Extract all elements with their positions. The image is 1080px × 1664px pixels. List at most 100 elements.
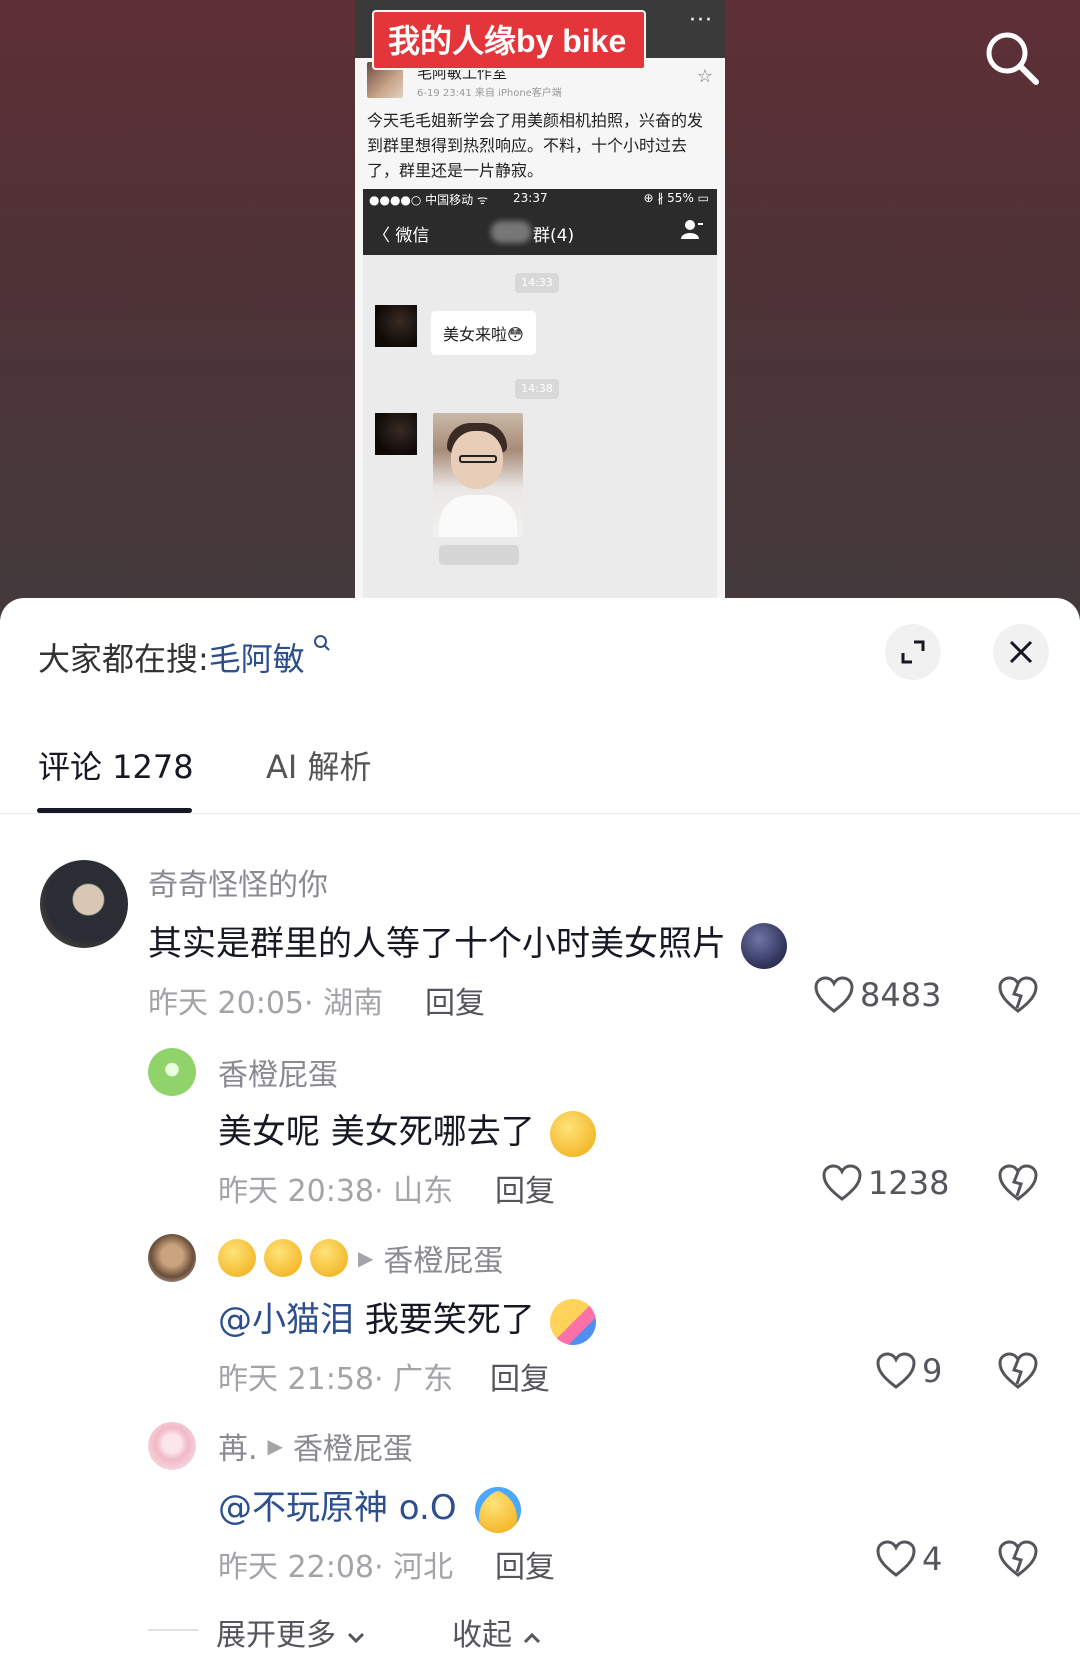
reply-arrow-icon: ▶ xyxy=(358,1246,374,1270)
wechat-group-title: 群(4) xyxy=(533,226,575,246)
comment-text-body: 美女呢 美女死哪去了 xyxy=(218,1112,535,1152)
heart-icon xyxy=(822,1164,862,1201)
chat-photo xyxy=(433,413,523,537)
wechat-nav-bar: 〈 微信 群(4) xyxy=(363,209,717,255)
comment-location: 河北 xyxy=(393,1550,454,1585)
reply-to-username[interactable]: 香橙屁蛋 xyxy=(293,1424,413,1468)
comment-time: 昨天 20:38 xyxy=(218,1174,374,1209)
like-button[interactable]: 4 xyxy=(876,1540,942,1578)
heart-icon xyxy=(876,1540,916,1577)
like-button[interactable]: 1238 xyxy=(822,1164,949,1202)
trending-search-prefix: 大家都在搜: xyxy=(38,640,209,678)
comment-time: 昨天 22:08 xyxy=(218,1550,374,1585)
comment-text: @不玩原神 o.O xyxy=(218,1480,522,1533)
chat-avatar xyxy=(375,413,417,455)
comment-text: 其实是群里的人等了十个小时美女照片 xyxy=(148,916,787,969)
tab-active-indicator xyxy=(37,808,192,813)
neutral-face-emoji-icon xyxy=(310,1239,348,1277)
like-button[interactable]: 9 xyxy=(876,1352,942,1390)
status-time: 23:37 xyxy=(513,191,548,205)
more-dots-icon: ··· xyxy=(689,8,713,33)
broken-heart-icon xyxy=(998,1352,1038,1389)
expand-icon[interactable] xyxy=(885,624,941,680)
video-player[interactable]: ··· 毛阿敏工作室 6-19 23:41 来自 iPhone客户端 ☆ 今天毛… xyxy=(0,0,1080,620)
avatar[interactable] xyxy=(148,1234,196,1282)
dislike-button[interactable] xyxy=(998,976,1038,1018)
avatar[interactable] xyxy=(148,1422,196,1470)
comment-username-row: 苒. ▶ 香橙屁蛋 xyxy=(218,1424,413,1468)
comment-text: @小猫泪 我要笑死了 xyxy=(218,1292,596,1345)
neutral-face-emoji-icon xyxy=(264,1239,302,1277)
battery-text: ⊕ ∦ 55% ▭ xyxy=(643,191,709,205)
video-frame: ··· 毛阿敏工作室 6-19 23:41 来自 iPhone客户端 ☆ 今天毛… xyxy=(355,0,725,598)
reply-to-username[interactable]: 香橙屁蛋 xyxy=(383,1236,503,1280)
comment-time: 昨天 21:58 xyxy=(218,1362,374,1397)
comment-text: 美女呢 美女死哪去了 xyxy=(218,1104,596,1157)
heart-icon xyxy=(814,976,854,1013)
weibo-post-meta: 6-19 23:41 来自 iPhone客户端 xyxy=(417,88,562,99)
dislike-button[interactable] xyxy=(998,1540,1038,1582)
comment-text-body: 其实是群里的人等了十个小时美女照片 xyxy=(148,924,726,964)
chat-message-bubble: 美女来啦😳 xyxy=(431,311,536,355)
comment-meta: 昨天 22:08· 河北 xyxy=(218,1550,454,1585)
reply-button[interactable]: 回复 xyxy=(495,1166,555,1210)
blurred-group-name xyxy=(491,221,531,243)
replies-divider xyxy=(148,1629,198,1631)
video-title-badge: 我的人缘by bike xyxy=(372,10,647,70)
broken-heart-icon xyxy=(998,1540,1038,1577)
like-count: 1238 xyxy=(868,1164,950,1202)
search-small-icon xyxy=(307,635,331,657)
neutral-face-emoji-icon xyxy=(218,1239,256,1277)
wechat-status-bar: ●●●●○ 中国移动 ᯤ 23:37 ⊕ ∦ 55% ▭ xyxy=(363,189,717,209)
group-members-icon xyxy=(681,219,703,244)
like-button[interactable]: 8483 xyxy=(814,976,941,1014)
search-icon[interactable] xyxy=(980,26,1044,90)
avatar[interactable] xyxy=(148,1048,196,1096)
weibo-post-text: 今天毛毛姐新学会了用美颜相机拍照，兴奋的发到群里想得到热烈响应。不料，十个小时过… xyxy=(367,111,704,180)
chat-timestamp: 14:33 xyxy=(515,273,559,293)
comment-location: 山东 xyxy=(393,1174,454,1209)
chevron-up-icon xyxy=(523,1632,540,1644)
avatar[interactable] xyxy=(40,860,128,948)
reply-button[interactable]: 回复 xyxy=(495,1542,555,1586)
comment-text-body: 我要笑死了 xyxy=(354,1300,535,1340)
expand-more-button[interactable]: 展开更多 xyxy=(216,1610,366,1654)
mention-link[interactable]: @小猫泪 xyxy=(218,1300,354,1340)
chat-timestamp: 14:38 xyxy=(515,379,559,399)
comment-meta: 昨天 20:05· 湖南 xyxy=(148,986,384,1021)
dislike-button[interactable] xyxy=(998,1352,1038,1394)
dislike-button[interactable] xyxy=(998,1164,1038,1206)
worried-face-emoji-icon xyxy=(549,1110,596,1157)
reply-button[interactable]: 回复 xyxy=(490,1354,550,1398)
tab-comments[interactable]: 评论 1278 xyxy=(38,742,194,788)
tab-ai-analysis[interactable]: AI 解析 xyxy=(266,742,372,788)
comment-username[interactable]: 奇奇怪怪的你 xyxy=(148,860,328,904)
photo-watermark xyxy=(439,545,519,565)
expand-more-label: 展开更多 xyxy=(216,1618,336,1653)
collapse-label: 收起 xyxy=(452,1618,512,1653)
comment-location: 湖南 xyxy=(323,986,384,1021)
mention-link[interactable]: @不玩原神 o.O xyxy=(218,1488,457,1528)
reply-button[interactable]: 回复 xyxy=(425,978,485,1022)
comment-meta: 昨天 21:58· 广东 xyxy=(218,1362,454,1397)
comment-tabs: 评论 1278 AI 解析 xyxy=(0,718,1080,814)
comment-sheet: 大家都在搜:毛阿敏 评论 1278 AI 解析 奇奇怪怪的你 其实是群里的人等了… xyxy=(0,598,1080,1664)
crying-face-emoji-icon xyxy=(475,1486,522,1533)
close-icon[interactable] xyxy=(993,624,1049,680)
dark-moon-emoji-icon xyxy=(740,922,787,969)
heart-icon xyxy=(876,1352,916,1389)
comment-location: 广东 xyxy=(393,1362,454,1397)
trending-search[interactable]: 大家都在搜:毛阿敏 xyxy=(38,634,331,680)
star-icon: ☆ xyxy=(696,66,713,87)
chevron-down-icon xyxy=(347,1632,364,1644)
like-count: 8483 xyxy=(860,976,942,1014)
trending-search-keyword[interactable]: 毛阿敏 xyxy=(209,640,305,678)
comment-username[interactable]: 香橙屁蛋 xyxy=(218,1050,338,1094)
like-count: 9 xyxy=(922,1352,943,1390)
comment-meta: 昨天 20:38· 山东 xyxy=(218,1174,454,1209)
comment-time: 昨天 20:05 xyxy=(148,986,304,1021)
comment-username[interactable]: 苒. xyxy=(218,1424,258,1468)
reply-arrow-icon: ▶ xyxy=(267,1434,283,1458)
collapse-button[interactable]: 收起 xyxy=(452,1610,542,1654)
comment-username-row: ▶ 香橙屁蛋 xyxy=(218,1236,503,1280)
